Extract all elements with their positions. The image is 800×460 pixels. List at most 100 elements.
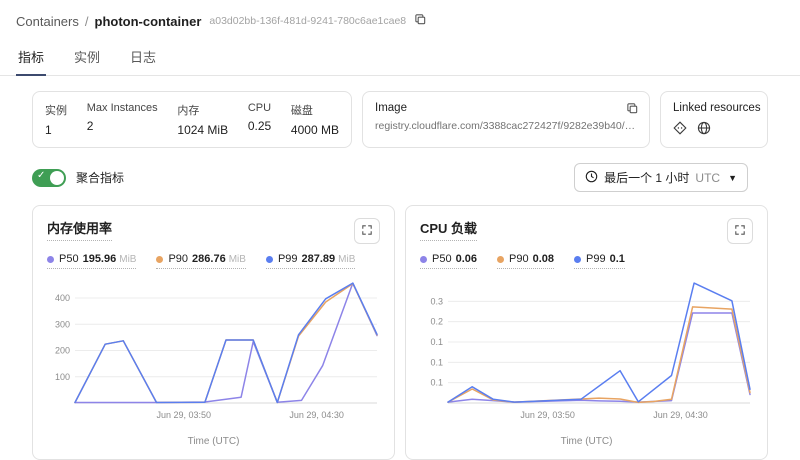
- image-registry-path: registry.cloudflare.com/3388cac272427f/9…: [375, 120, 637, 132]
- chevron-down-icon: ▼: [728, 173, 737, 183]
- x-tick-label: Jun 29, 03:50: [156, 410, 211, 420]
- y-tick-label: 400: [55, 293, 70, 303]
- stat-label: 内存: [177, 102, 228, 118]
- legend-series-value: 195.96: [83, 253, 117, 265]
- legend-series-name: P90: [509, 253, 529, 265]
- stat-value: 2: [87, 119, 158, 133]
- worker-resource-icon[interactable]: [673, 121, 687, 138]
- y-tick-label: 0.3: [430, 296, 443, 306]
- y-tick-label: 0.2: [430, 317, 443, 327]
- copy-id-button[interactable]: [412, 11, 429, 31]
- legend-dot: [266, 256, 273, 263]
- legend-series-name: P99: [278, 253, 298, 265]
- stat-label: 磁盘: [291, 102, 339, 118]
- legend-series-name: P50: [432, 253, 452, 265]
- x-tick-label: Jun 29, 04:30: [289, 410, 344, 420]
- p50-line: [448, 313, 750, 402]
- legend-item-p99[interactable]: P99 0.1: [574, 253, 625, 269]
- cpu-x-axis-title: Time (UTC): [420, 436, 753, 447]
- tab-bar: 指标 实例 日志: [0, 40, 800, 76]
- time-zone-value: UTC: [695, 171, 720, 185]
- memory-x-axis-title: Time (UTC): [47, 436, 380, 447]
- p50-line: [75, 283, 377, 402]
- legend-series-unit: MiB: [338, 254, 355, 265]
- stat-value: 1: [45, 123, 67, 137]
- info-cards-row: 实例 1 Max Instances 2 内存 1024 MiB CPU 0.2…: [32, 91, 768, 148]
- breadcrumb: Containers / photon-container a03d02bb-1…: [0, 0, 800, 31]
- toggle-knob: [50, 171, 64, 185]
- breadcrumb-separator: /: [85, 14, 89, 29]
- x-tick-label: Jun 29, 03:50: [520, 410, 575, 420]
- tab-logs[interactable]: 日志: [128, 40, 158, 76]
- fullscreen-icon: [734, 224, 746, 239]
- y-tick-label: 0.1: [430, 357, 443, 367]
- clock-icon: [585, 170, 598, 186]
- stat-value: 0.25: [248, 119, 271, 133]
- y-tick-label: 100: [55, 372, 70, 382]
- y-tick-label: 200: [55, 346, 70, 356]
- breadcrumb-containers-link[interactable]: Containers: [16, 14, 79, 29]
- legend-item-p50[interactable]: P50 195.96MiB: [47, 253, 136, 269]
- legend-series-unit: MiB: [119, 254, 136, 265]
- fullscreen-icon: [361, 224, 373, 239]
- legend-item-p99[interactable]: P99 287.89MiB: [266, 253, 355, 269]
- stat-label: 实例: [45, 102, 67, 118]
- legend-series-value: 286.76: [192, 253, 226, 265]
- stat-max-instances: Max Instances 2: [87, 102, 158, 138]
- expand-cpu-chart-button[interactable]: [727, 218, 753, 244]
- tab-metrics[interactable]: 指标: [16, 40, 46, 76]
- stat-value: 1024 MiB: [177, 123, 228, 137]
- cpu-load-chart-card: CPU 负载 P50 0.06 P90 0.08 P99 0.1 0.3 0.2 0.1 0.1…: [405, 205, 768, 460]
- container-stats-card: 实例 1 Max Instances 2 内存 1024 MiB CPU 0.2…: [32, 91, 352, 148]
- memory-chart-title: 内存使用率: [47, 218, 112, 241]
- legend-item-p90[interactable]: P90 286.76MiB: [156, 253, 245, 269]
- linked-resources-label: Linked resources: [673, 102, 755, 114]
- cpu-chart-title: CPU 负载: [420, 218, 477, 241]
- legend-item-p50[interactable]: P50 0.06: [420, 253, 477, 269]
- expand-memory-chart-button[interactable]: [354, 218, 380, 244]
- stat-cpu: CPU 0.25: [248, 102, 271, 138]
- legend-series-name: P50: [59, 253, 79, 265]
- legend-series-value: 0.08: [533, 253, 554, 265]
- legend-series-value: 287.89: [302, 253, 336, 265]
- linked-resources-card: Linked resources: [660, 91, 768, 148]
- memory-chart-legend: P50195.96MiBP90286.76MiBP99287.89MiB: [47, 253, 380, 269]
- stat-label: Max Instances: [87, 102, 158, 114]
- stat-memory: 内存 1024 MiB: [177, 102, 228, 138]
- y-tick-label: 300: [55, 319, 70, 329]
- cpu-chart-legend: P50 0.06 P90 0.08 P99 0.1: [420, 253, 753, 269]
- image-card: Image registry.cloudflare.com/3388cac272…: [362, 91, 650, 148]
- copy-icon: [414, 13, 427, 29]
- tab-instances[interactable]: 实例: [72, 40, 102, 76]
- p90-line: [75, 284, 377, 403]
- globe-icon[interactable]: [697, 121, 711, 138]
- stat-disk: 磁盘 4000 MB: [291, 102, 339, 138]
- cpu-chart-plot[interactable]: 0.3 0.2 0.1 0.1 0.1 Jun 29, 03:50 Jun 29, 04:3…: [420, 275, 753, 435]
- stat-instances: 实例 1: [45, 102, 67, 138]
- legend-series-value: 0.06: [456, 253, 477, 265]
- check-icon: ✓: [37, 170, 45, 181]
- legend-item-p90[interactable]: P90 0.08: [497, 253, 554, 269]
- legend-series-name: P90: [168, 253, 188, 265]
- legend-dot: [497, 256, 504, 263]
- legend-dot: [574, 256, 581, 263]
- charts-row: 内存使用率 P50195.96MiBP90286.76MiBP99287.89M…: [32, 205, 768, 460]
- y-tick-label: 0.1: [430, 378, 443, 388]
- y-tick-label: 0.1: [430, 337, 443, 347]
- x-tick-label: Jun 29, 04:30: [653, 410, 708, 420]
- aggregate-metrics-label: 聚合指标: [76, 169, 124, 186]
- aggregate-metrics-toggle[interactable]: ✓: [32, 169, 66, 187]
- copy-icon: [626, 102, 639, 118]
- memory-chart-plot[interactable]: 400 300 200 100 Jun 29, 03:50 Jun 29, 04:30: [47, 275, 380, 435]
- memory-usage-chart-card: 内存使用率 P50195.96MiBP90286.76MiBP99287.89M…: [32, 205, 395, 460]
- container-id: a03d02bb-136f-481d-9241-780c6ae1cae8: [209, 15, 406, 27]
- legend-dot: [156, 256, 163, 263]
- time-range-dropdown[interactable]: 最后一个 1 小时 UTC ▼: [574, 163, 748, 192]
- copy-image-button[interactable]: [624, 100, 641, 120]
- time-range-value: 最后一个 1 小时: [604, 169, 689, 186]
- chart-controls-row: ✓ 聚合指标 最后一个 1 小时 UTC ▼: [32, 163, 768, 192]
- legend-series-name: P99: [586, 253, 606, 265]
- legend-series-unit: MiB: [229, 254, 246, 265]
- stat-value: 4000 MB: [291, 123, 339, 137]
- legend-series-value: 0.1: [610, 253, 625, 265]
